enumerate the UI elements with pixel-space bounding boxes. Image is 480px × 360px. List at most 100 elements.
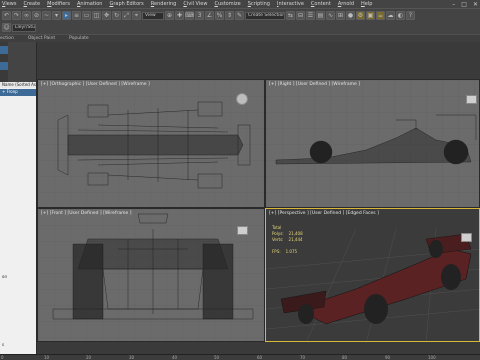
sign-in-icon[interactable]: ☺ bbox=[2, 23, 11, 32]
toolbar-row-1: ↶ ↷ ∞ ⊘ ~ ▾ ▸ ≡ ▭ ◫ ✥ ↻ ⤢ ⌖ View ⊕ ✚ ⌨ 3… bbox=[2, 10, 415, 21]
percent-snap-icon[interactable]: % bbox=[215, 11, 224, 20]
verts-value: 21,444 bbox=[288, 237, 303, 242]
viewport-label[interactable]: [+] [Orthographic ] [User Defined ] [Wir… bbox=[41, 82, 150, 87]
time-tick: 10 bbox=[44, 355, 50, 360]
list-item[interactable]: s bbox=[0, 342, 36, 349]
viewport-perspective[interactable]: [+] [Perspective ] [User Defined ] [Edge… bbox=[265, 208, 480, 342]
viewport-label[interactable]: [+] [Front ] [User Defined ] [Wireframe … bbox=[41, 211, 131, 216]
render-setup-icon[interactable]: ⚙ bbox=[356, 11, 365, 20]
viewcube-icon[interactable] bbox=[461, 233, 472, 242]
scale-icon[interactable]: ⤢ bbox=[122, 11, 131, 20]
scene-explorer-icon[interactable]: ▤ bbox=[316, 11, 325, 20]
workspace-select[interactable]: Lleyr/Stud bbox=[12, 23, 36, 32]
time-tick: 80 bbox=[342, 355, 348, 360]
schematic-view-icon[interactable]: ⊞ bbox=[336, 11, 345, 20]
ribbon-tabs: ection Object Paint Populate bbox=[0, 34, 480, 42]
rect-selection-icon[interactable]: ▭ bbox=[82, 11, 91, 20]
spinner-snap-icon[interactable]: ⇕ bbox=[225, 11, 234, 20]
menu-content[interactable]: Content bbox=[311, 1, 331, 7]
scene-explorer-panel: Name (Sorted Ascending) + Fronp on s bbox=[0, 42, 37, 354]
viewport-label[interactable]: [+] [Perspective ] [User Defined ] [Edge… bbox=[269, 211, 379, 216]
select-object-icon[interactable]: ▸ bbox=[62, 11, 71, 20]
viewcube-icon[interactable] bbox=[237, 226, 248, 235]
curve-editor-icon[interactable]: ∿ bbox=[326, 11, 335, 20]
align-icon[interactable]: ⊟ bbox=[296, 11, 305, 20]
viewport-top[interactable]: [+] [Orthographic ] [User Defined ] [Wir… bbox=[37, 79, 265, 208]
menu-arnold[interactable]: Arnold bbox=[338, 1, 354, 7]
angle-snap-icon[interactable]: ∠ bbox=[205, 11, 214, 20]
grid-top bbox=[38, 80, 264, 207]
viewcube-icon[interactable] bbox=[236, 93, 248, 105]
hierarchy-icon[interactable] bbox=[0, 62, 8, 70]
menu-animation[interactable]: Animation bbox=[77, 1, 103, 7]
reference-coordinate-select[interactable]: View bbox=[142, 11, 164, 20]
time-tick: 100 bbox=[428, 355, 436, 360]
time-tick: 20 bbox=[86, 355, 92, 360]
edit-named-selection-icon[interactable]: ✎ bbox=[235, 11, 244, 20]
select-manipulate-icon[interactable]: ✚ bbox=[175, 11, 184, 20]
minimize-icon[interactable]: – bbox=[452, 1, 455, 8]
menu-create[interactable]: Create bbox=[23, 1, 40, 7]
redo-icon[interactable]: ↷ bbox=[12, 11, 21, 20]
select-by-name-icon[interactable]: ≡ bbox=[72, 11, 81, 20]
layer-explorer-icon[interactable]: ☰ bbox=[306, 11, 315, 20]
ribbon-tab-populate[interactable]: Populate bbox=[69, 36, 89, 41]
ribbon-tab-selection[interactable]: ection bbox=[0, 36, 14, 41]
menu-interactive[interactable]: Interactive bbox=[277, 1, 304, 7]
viewcube-icon[interactable] bbox=[466, 95, 477, 104]
placement-icon[interactable]: ⌖ bbox=[132, 11, 141, 20]
selection-filter-icon[interactable]: ▾ bbox=[52, 11, 61, 20]
menu-customize[interactable]: Customize bbox=[214, 1, 240, 7]
grid-right bbox=[266, 80, 479, 207]
rendered-frame-icon[interactable]: ▣ bbox=[366, 11, 375, 20]
unlink-icon[interactable]: ⊘ bbox=[32, 11, 41, 20]
menu-rendering[interactable]: Rendering bbox=[151, 1, 177, 7]
time-tick: 70 bbox=[300, 355, 306, 360]
menu-scripting[interactable]: Scripting bbox=[248, 1, 270, 7]
timeline[interactable]: 0 10 20 30 40 50 60 70 80 90 100 bbox=[0, 354, 480, 360]
time-tick: 60 bbox=[257, 355, 263, 360]
list-item[interactable]: + Fronp bbox=[0, 89, 36, 96]
named-selection-set-select[interactable]: Create Selection Se bbox=[245, 11, 285, 20]
render-production-icon[interactable]: ☕ bbox=[376, 11, 385, 20]
rotate-icon[interactable]: ↻ bbox=[112, 11, 121, 20]
window-crossing-icon[interactable]: ◫ bbox=[92, 11, 101, 20]
autodesk-a360-icon[interactable]: ◐ bbox=[396, 11, 405, 20]
toolbar-row-2: ☺ Lleyr/Stud bbox=[2, 22, 36, 33]
time-tick: 90 bbox=[385, 355, 391, 360]
time-tick: 40 bbox=[172, 355, 178, 360]
viewport-right[interactable]: [+] [Right ] [User Defined ] [Wireframe … bbox=[265, 79, 480, 208]
render-cloud-icon[interactable]: ☁ bbox=[386, 11, 395, 20]
menu-views[interactable]: Views bbox=[2, 1, 16, 7]
material-editor-icon[interactable]: ● bbox=[346, 11, 355, 20]
list-item[interactable]: on bbox=[0, 274, 36, 281]
time-tick: 30 bbox=[129, 355, 135, 360]
undo-icon[interactable]: ↶ bbox=[2, 11, 11, 20]
menu-help[interactable]: Help bbox=[361, 1, 372, 7]
close-icon[interactable]: ✕ bbox=[473, 1, 478, 8]
help-icon[interactable]: ? bbox=[406, 11, 415, 20]
grid-front bbox=[38, 209, 264, 341]
menu-modifiers[interactable]: Modifiers bbox=[47, 1, 70, 7]
ribbon-tab-object-paint[interactable]: Object Paint bbox=[28, 36, 55, 41]
link-icon[interactable]: ∞ bbox=[22, 11, 31, 20]
main-toolbar: ↶ ↷ ∞ ⊘ ~ ▾ ▸ ≡ ▭ ◫ ✥ ↻ ⤢ ⌖ View ⊕ ✚ ⌨ 3… bbox=[0, 8, 480, 34]
move-icon[interactable]: ✥ bbox=[102, 11, 111, 20]
menu-civil-view[interactable]: Civil View bbox=[183, 1, 207, 7]
pivot-icon[interactable]: ⊕ bbox=[165, 11, 174, 20]
menu-graph-editors[interactable]: Graph Editors bbox=[109, 1, 143, 7]
snaps-toggle-icon[interactable]: 3 bbox=[195, 11, 204, 20]
verts-label: Verts: bbox=[272, 237, 284, 242]
time-tick: 0 bbox=[1, 355, 4, 360]
explorer-column-header[interactable]: Name (Sorted Ascending) bbox=[0, 82, 36, 88]
filter-icon[interactable] bbox=[0, 46, 8, 54]
scene-object-list[interactable] bbox=[0, 82, 36, 354]
mirror-icon[interactable]: ⇆ bbox=[286, 11, 295, 20]
viewport-label[interactable]: [+] [Right ] [User Defined ] [Wireframe … bbox=[269, 82, 360, 87]
time-tick: 50 bbox=[214, 355, 220, 360]
bind-space-warp-icon[interactable]: ~ bbox=[42, 11, 51, 20]
keyboard-shortcut-icon[interactable]: ⌨ bbox=[185, 11, 194, 20]
viewport-front[interactable]: [+] [Front ] [User Defined ] [Wireframe … bbox=[37, 208, 265, 342]
maximize-icon[interactable]: □ bbox=[461, 1, 467, 8]
fps-value: 1.075 bbox=[285, 249, 298, 254]
